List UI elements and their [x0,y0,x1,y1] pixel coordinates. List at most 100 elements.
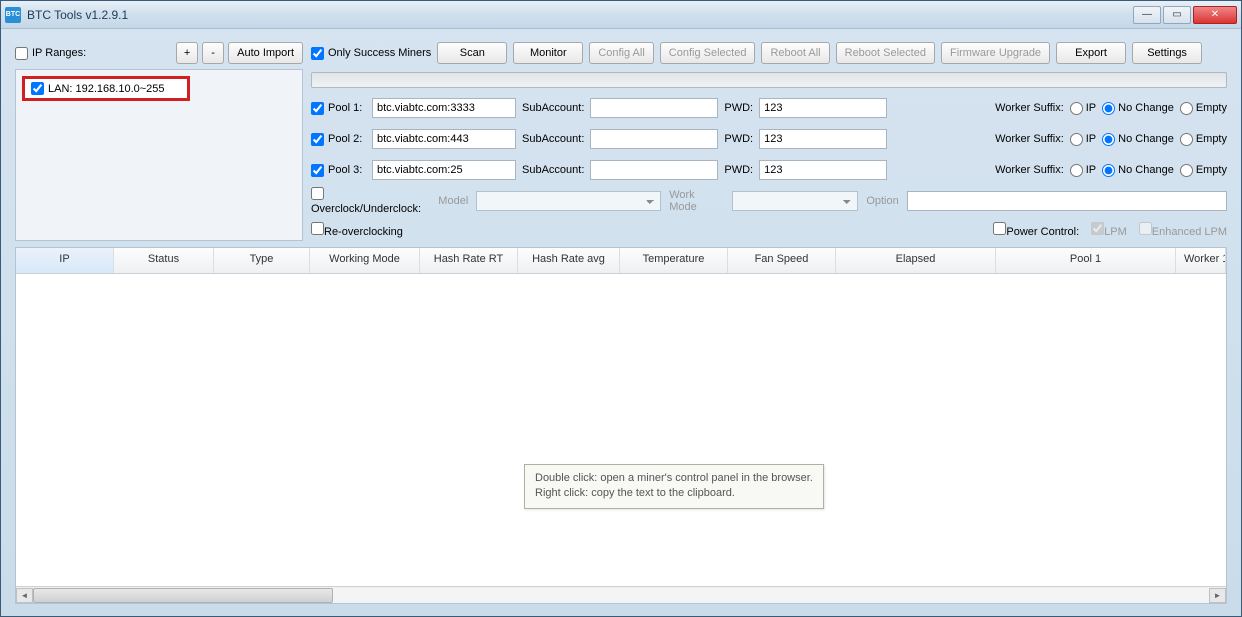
help-tooltip: Double click: open a miner's control pan… [524,464,824,509]
ws3-nochange-radio[interactable] [1102,164,1115,177]
model-label: Model [438,195,468,207]
worker-suffix-group-1: IP No Change Empty [1070,102,1227,115]
option-input[interactable] [907,191,1227,211]
scan-button[interactable]: Scan [437,42,507,64]
pool-row-3: Pool 3: SubAccount: PWD: Worker Suffix: … [311,157,1227,183]
power-control-checkbox[interactable] [993,222,1006,235]
app-window: BTC BTC Tools v1.2.9.1 — ▭ ✕ IP Ranges: … [0,0,1242,617]
pool1-pwd-input[interactable] [759,98,887,118]
pool1-address-input[interactable] [372,98,516,118]
scroll-thumb[interactable] [33,588,333,603]
col-working-mode[interactable]: Working Mode [310,248,420,273]
scroll-left-arrow[interactable]: ◄ [16,588,33,603]
pool3-subaccount-input[interactable] [590,160,718,180]
enhanced-lpm-checkbox[interactable] [1139,222,1152,235]
remove-range-button[interactable]: - [202,42,224,64]
firmware-upgrade-button[interactable]: Firmware Upgrade [941,42,1050,64]
ws2-empty-radio[interactable] [1180,133,1193,146]
worker-suffix-label-1: Worker Suffix: [995,102,1064,114]
pool1-subaccount-input[interactable] [590,98,718,118]
ip-ranges-label: IP Ranges: [32,47,86,59]
col-worker1[interactable]: Worker 1 [1176,248,1226,273]
settings-button[interactable]: Settings [1132,42,1202,64]
col-pool1[interactable]: Pool 1 [996,248,1176,273]
app-icon: BTC [5,7,21,23]
config-all-button[interactable]: Config All [589,42,653,64]
ip-ranges-row: IP Ranges: + - Auto Import [15,41,303,65]
reboot-all-button[interactable]: Reboot All [761,42,829,64]
pool2-subaccount-label: SubAccount: [522,133,584,145]
top-section: IP Ranges: + - Auto Import LAN: 192.168.… [15,41,1227,241]
col-ip[interactable]: IP [16,248,114,273]
overclock-row: Overclock/Underclock: Model Work Mode Op… [311,188,1227,214]
pool-row-2: Pool 2: SubAccount: PWD: Worker Suffix: … [311,126,1227,152]
col-status[interactable]: Status [114,248,214,273]
col-temperature[interactable]: Temperature [620,248,728,273]
pool2-pwd-label: PWD: [724,133,753,145]
overclock-checkbox[interactable] [311,187,324,200]
worker-suffix-group-2: IP No Change Empty [1070,133,1227,146]
work-mode-combo[interactable] [732,191,859,211]
pool2-pwd-input[interactable] [759,129,887,149]
table-body[interactable]: Double click: open a miner's control pan… [16,274,1226,586]
pool1-subaccount-label: SubAccount: [522,102,584,114]
reoverclock-row: Re-overclocking Power Control: LPM Enhan… [311,219,1227,241]
pool3-pwd-label: PWD: [724,164,753,176]
toolbar: Only Success Miners Scan Monitor Config … [311,41,1227,65]
pool2-subaccount-input[interactable] [590,129,718,149]
col-fan-speed[interactable]: Fan Speed [728,248,836,273]
reboot-selected-button[interactable]: Reboot Selected [836,42,935,64]
only-success-label[interactable]: Only Success Miners [311,47,431,60]
monitor-button[interactable]: Monitor [513,42,583,64]
pool-row-1: Pool 1: SubAccount: PWD: Worker Suffix: … [311,95,1227,121]
left-panel: IP Ranges: + - Auto Import LAN: 192.168.… [15,41,303,241]
model-combo[interactable] [476,191,661,211]
only-success-checkbox[interactable] [311,47,324,60]
close-button[interactable]: ✕ [1193,6,1237,24]
pool3-checkbox[interactable] [311,164,324,177]
titlebar[interactable]: BTC BTC Tools v1.2.9.1 — ▭ ✕ [1,1,1241,29]
work-mode-label: Work Mode [669,189,723,213]
right-panel: Only Success Miners Scan Monitor Config … [311,41,1227,241]
reoverclock-checkbox[interactable] [311,222,324,235]
pool3-pwd-input[interactable] [759,160,887,180]
ip-ranges-checkbox-label[interactable]: IP Ranges: [15,47,86,60]
config-selected-button[interactable]: Config Selected [660,42,756,64]
ws2-ip-radio[interactable] [1070,133,1083,146]
ip-ranges-checkbox[interactable] [15,47,28,60]
col-hashrate-rt[interactable]: Hash Rate RT [420,248,518,273]
pool2-checkbox[interactable] [311,133,324,146]
ws1-nochange-radio[interactable] [1102,102,1115,115]
pool1-checkbox[interactable] [311,102,324,115]
auto-import-button[interactable]: Auto Import [228,42,303,64]
worker-suffix-label-2: Worker Suffix: [995,133,1064,145]
maximize-button[interactable]: ▭ [1163,6,1191,24]
lpm-checkbox[interactable] [1091,222,1104,235]
ws1-ip-radio[interactable] [1070,102,1083,115]
scroll-track[interactable] [33,588,1209,603]
window-title: BTC Tools v1.2.9.1 [27,8,1133,22]
pool2-address-input[interactable] [372,129,516,149]
minimize-button[interactable]: — [1133,6,1161,24]
ip-range-checkbox[interactable] [31,82,44,95]
pool1-pwd-label: PWD: [724,102,753,114]
progress-bar [311,72,1227,88]
col-type[interactable]: Type [214,248,310,273]
ws3-empty-radio[interactable] [1180,164,1193,177]
pool3-address-input[interactable] [372,160,516,180]
col-hashrate-avg[interactable]: Hash Rate avg [518,248,620,273]
worker-suffix-group-3: IP No Change Empty [1070,164,1227,177]
ws2-nochange-radio[interactable] [1102,133,1115,146]
option-label: Option [866,195,898,207]
horizontal-scrollbar[interactable]: ◄ ► [16,586,1226,603]
col-elapsed[interactable]: Elapsed [836,248,996,273]
add-range-button[interactable]: + [176,42,198,64]
ws3-ip-radio[interactable] [1070,164,1083,177]
table-header: IP Status Type Working Mode Hash Rate RT… [16,248,1226,274]
miners-table: IP Status Type Working Mode Hash Rate RT… [15,247,1227,604]
ip-range-item[interactable]: LAN: 192.168.10.0~255 [22,76,190,101]
export-button[interactable]: Export [1056,42,1126,64]
ip-ranges-list[interactable]: LAN: 192.168.10.0~255 [15,69,303,241]
ws1-empty-radio[interactable] [1180,102,1193,115]
scroll-right-arrow[interactable]: ► [1209,588,1226,603]
